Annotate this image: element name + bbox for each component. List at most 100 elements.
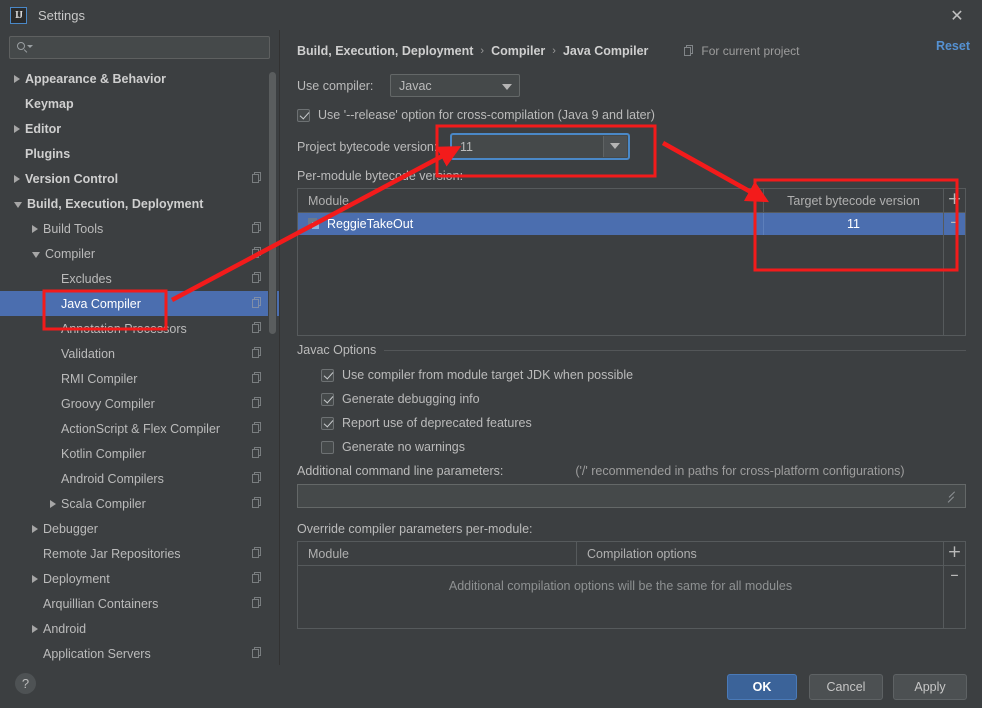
additional-params-input[interactable]	[297, 484, 966, 508]
use-compiler-label: Use compiler:	[297, 78, 374, 93]
table-row[interactable]: ReggieTakeOut 11	[298, 213, 965, 235]
chevron-right-icon[interactable]	[50, 499, 56, 508]
apply-button[interactable]: Apply	[893, 674, 967, 700]
column-header-compilation-options[interactable]: Compilation options	[576, 542, 943, 565]
chevron-right-icon[interactable]	[14, 124, 20, 133]
sidebar-item-groovy-compiler[interactable]: Groovy Compiler	[0, 391, 279, 416]
add-override-button[interactable]: +	[947, 544, 961, 561]
module-cell: ReggieTakeOut	[298, 213, 763, 235]
chevron-down-icon[interactable]	[14, 202, 22, 208]
javac-option-checkbox[interactable]	[321, 392, 334, 406]
sidebar-item-kotlin-compiler[interactable]: Kotlin Compiler	[0, 441, 279, 466]
expand-icon[interactable]	[946, 491, 957, 504]
copy-settings-icon[interactable]	[252, 597, 263, 609]
project-bytecode-dropdown[interactable]: 11	[450, 133, 630, 160]
additional-params-hint: ('/' recommended in paths for cross-plat…	[575, 464, 905, 478]
sidebar-item-deployment[interactable]: Deployment	[0, 566, 279, 591]
sidebar-item-label: Plugins	[25, 146, 71, 161]
copy-settings-icon[interactable]	[252, 372, 263, 384]
copy-settings-icon[interactable]	[252, 322, 263, 334]
sidebar-item-label: Excludes	[61, 271, 112, 286]
ok-button[interactable]: OK	[727, 674, 797, 700]
copy-settings-icon[interactable]	[252, 422, 263, 434]
copy-settings-icon[interactable]	[252, 297, 263, 309]
close-icon[interactable]: ✕	[946, 6, 968, 26]
sidebar-item-rmi-compiler[interactable]: RMI Compiler	[0, 366, 279, 391]
help-button[interactable]: ?	[15, 673, 36, 694]
chevron-right-icon[interactable]	[32, 624, 38, 633]
chevron-right-icon[interactable]	[32, 524, 38, 533]
sidebar-item-compiler[interactable]: Compiler	[0, 241, 279, 266]
sidebar-item-keymap[interactable]: Keymap	[0, 91, 279, 116]
add-module-button[interactable]: +	[947, 191, 961, 208]
search-box[interactable]	[9, 36, 270, 59]
sidebar-item-actionscript-flex-compiler[interactable]: ActionScript & Flex Compiler	[0, 416, 279, 441]
sidebar-item-scala-compiler[interactable]: Scala Compiler	[0, 491, 279, 516]
sidebar-item-annotation-processors[interactable]: Annotation Processors	[0, 316, 279, 341]
sidebar-item-application-servers[interactable]: Application Servers	[0, 641, 279, 665]
sidebar-item-java-compiler[interactable]: Java Compiler	[0, 291, 279, 316]
sidebar-item-arquillian-containers[interactable]: Arquillian Containers	[0, 591, 279, 616]
sidebar-item-excludes[interactable]: Excludes	[0, 266, 279, 291]
remove-override-button[interactable]: –	[950, 567, 959, 584]
sidebar-item-editor[interactable]: Editor	[0, 116, 279, 141]
javac-options-title-row: Javac Options	[297, 342, 966, 358]
javac-option-checkbox[interactable]	[321, 416, 334, 430]
copy-settings-icon[interactable]	[252, 272, 263, 284]
column-header-module[interactable]: Module	[298, 189, 763, 212]
javac-option-checkbox[interactable]	[321, 440, 334, 454]
sidebar-item-build-execution-deployment[interactable]: Build, Execution, Deployment	[0, 191, 279, 216]
additional-params-label: Additional command line parameters:	[297, 464, 504, 478]
sidebar-item-remote-jar-repositories[interactable]: Remote Jar Repositories	[0, 541, 279, 566]
copy-settings-icon[interactable]	[252, 472, 263, 484]
breadcrumb-item-1[interactable]: Compiler	[491, 44, 545, 58]
sidebar-item-build-tools[interactable]: Build Tools	[0, 216, 279, 241]
release-option-row: Use '--release' option for cross-compila…	[297, 108, 966, 122]
sidebar-item-validation[interactable]: Validation	[0, 341, 279, 366]
copy-settings-icon[interactable]	[252, 447, 263, 459]
breadcrumb-item-0[interactable]: Build, Execution, Deployment	[297, 44, 473, 58]
chevron-right-icon[interactable]	[14, 174, 20, 183]
window-title: Settings	[38, 7, 85, 23]
remove-module-button[interactable]: –	[950, 214, 959, 231]
copy-settings-icon[interactable]	[252, 497, 263, 509]
search-container	[0, 30, 279, 59]
sidebar-item-label: Arquillian Containers	[43, 596, 159, 611]
chevron-right-icon[interactable]	[32, 224, 38, 233]
sidebar-item-label: Build, Execution, Deployment	[27, 196, 204, 211]
sidebar-item-label: Debugger	[43, 521, 98, 536]
copy-settings-icon[interactable]	[252, 347, 263, 359]
copy-settings-icon[interactable]	[252, 222, 263, 234]
sidebar-item-debugger[interactable]: Debugger	[0, 516, 279, 541]
javac-option-checkbox[interactable]	[321, 368, 334, 382]
chevron-right-icon[interactable]	[14, 74, 20, 83]
sidebar-scrollbar-thumb[interactable]	[269, 72, 276, 334]
sidebar-item-android[interactable]: Android	[0, 616, 279, 641]
use-compiler-dropdown[interactable]: Javac	[390, 74, 520, 97]
copy-settings-icon[interactable]	[252, 647, 263, 659]
column-header-target-bytecode[interactable]: Target bytecode version	[763, 189, 943, 212]
copy-settings-icon[interactable]	[252, 572, 263, 584]
copy-settings-icon[interactable]	[252, 172, 263, 184]
cancel-button[interactable]: Cancel	[809, 674, 883, 700]
chevron-down-icon	[502, 84, 512, 90]
app-logo-icon: IJ	[10, 6, 27, 24]
copy-settings-icon[interactable]	[252, 547, 263, 559]
javac-option-label: Report use of deprecated features	[342, 416, 532, 430]
sidebar-item-version-control[interactable]: Version Control	[0, 166, 279, 191]
javac-option-row: Report use of deprecated features	[321, 416, 966, 430]
sidebar-item-appearance-behavior[interactable]: Appearance & Behavior	[0, 66, 279, 91]
override-params-label: Override compiler parameters per-module:	[297, 522, 533, 536]
module-name: ReggieTakeOut	[327, 217, 414, 231]
copy-settings-icon[interactable]	[252, 247, 263, 259]
chevron-right-icon[interactable]	[32, 574, 38, 583]
release-option-checkbox[interactable]	[297, 108, 310, 122]
sidebar-item-android-compilers[interactable]: Android Compilers	[0, 466, 279, 491]
search-input[interactable]	[31, 39, 269, 56]
column-header-module[interactable]: Module	[298, 542, 576, 565]
copy-settings-icon[interactable]	[252, 397, 263, 409]
target-bytecode-cell[interactable]: 11	[763, 213, 943, 235]
sidebar-item-plugins[interactable]: Plugins	[0, 141, 279, 166]
chevron-down-icon[interactable]	[32, 252, 40, 258]
reset-link[interactable]: Reset	[936, 39, 970, 53]
